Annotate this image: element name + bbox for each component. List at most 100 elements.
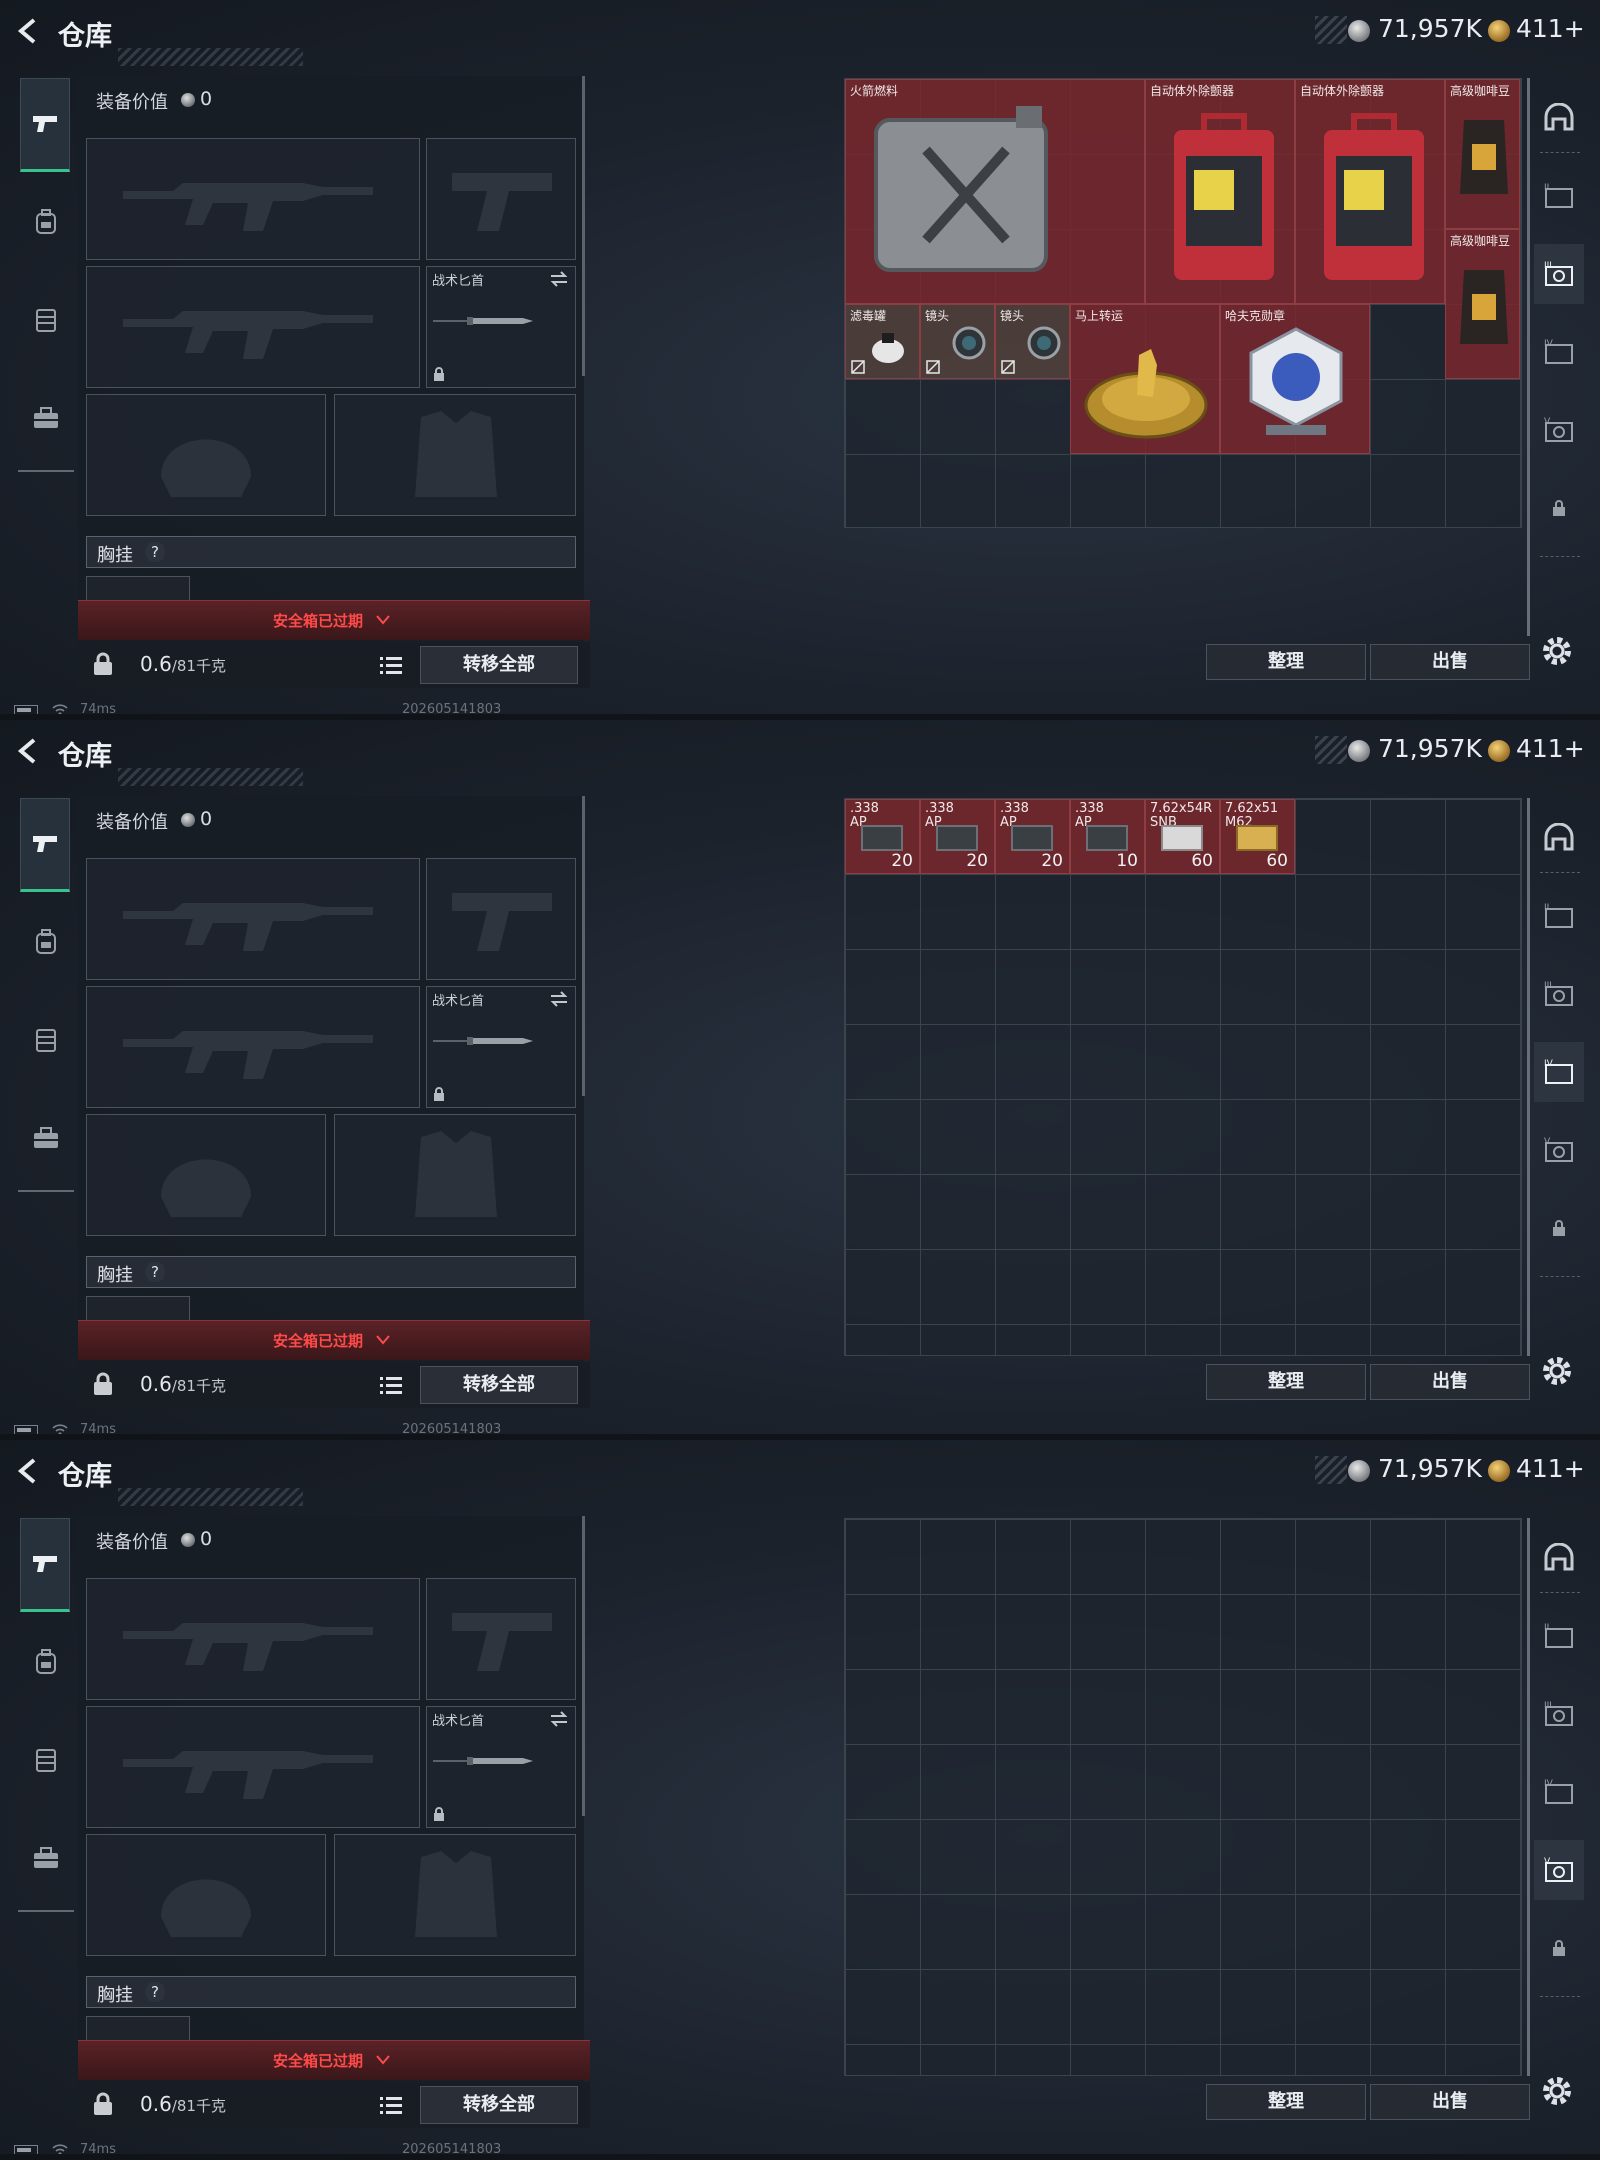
list-icon[interactable]	[378, 653, 404, 677]
category-stash-iii[interactable]: III	[1534, 244, 1584, 304]
category-helmet[interactable]	[1534, 808, 1584, 868]
chest-rig-header[interactable]: 胸挂 ?	[86, 536, 576, 568]
stash-item[interactable]: 自动体外除颤器	[1295, 79, 1445, 304]
gear-icon[interactable]	[1540, 1354, 1574, 1388]
list-icon[interactable]	[378, 1373, 404, 1397]
category-stash-ii[interactable]: II	[1534, 886, 1584, 946]
armor-slot[interactable]	[334, 1114, 576, 1236]
category-stash-ii[interactable]: II	[1534, 166, 1584, 226]
sort-button[interactable]: 整理	[1206, 2084, 1366, 2120]
stash-item[interactable]: 哈夫克勋章	[1220, 304, 1370, 454]
stash-item[interactable]: 马上转运	[1070, 304, 1220, 454]
pistol-slot[interactable]	[426, 138, 576, 260]
transfer-all-button[interactable]: 转移全部	[420, 646, 578, 684]
stash-item[interactable]: 镜头	[995, 304, 1070, 379]
category-stash-v[interactable]: V	[1534, 1840, 1584, 1900]
category-stash-v[interactable]: V	[1534, 400, 1584, 460]
stash-item[interactable]: 高级咖啡豆	[1445, 229, 1520, 379]
stash-item[interactable]: .338 AP 20	[995, 799, 1070, 874]
tab-case[interactable]	[22, 394, 70, 442]
scrollbar[interactable]	[1527, 1518, 1530, 2076]
tab-backpack[interactable]	[22, 1638, 70, 1686]
knife-slot[interactable]: 战术匕首	[426, 1706, 576, 1828]
helmet-slot[interactable]	[86, 394, 326, 516]
stash-item[interactable]: 7.62x51 M62 60	[1220, 799, 1295, 874]
category-helmet[interactable]	[1534, 88, 1584, 148]
tab-backpack[interactable]	[22, 198, 70, 246]
list-icon[interactable]	[378, 2093, 404, 2117]
safebox-banner[interactable]: 安全箱已过期	[78, 600, 590, 640]
knife-slot[interactable]: 战术匕首	[426, 986, 576, 1108]
tab-chest-rig[interactable]	[22, 1016, 70, 1064]
stash-item[interactable]: 7.62x54R SNB 60	[1145, 799, 1220, 874]
pistol-slot[interactable]	[426, 1578, 576, 1700]
stash-item[interactable]: 镜头	[920, 304, 995, 379]
pistol-slot[interactable]	[426, 858, 576, 980]
scrollbar[interactable]	[582, 76, 585, 376]
sell-button[interactable]: 出售	[1370, 1364, 1530, 1400]
stash-item[interactable]: 火箭燃料	[845, 79, 1145, 304]
category-stash-iv[interactable]: IV	[1534, 1762, 1584, 1822]
chest-rig-header[interactable]: 胸挂 ?	[86, 1256, 576, 1288]
category-stash-v[interactable]: V	[1534, 1120, 1584, 1180]
helmet-slot[interactable]	[86, 1114, 326, 1236]
tab-weapons[interactable]	[20, 798, 70, 892]
swap-icon[interactable]	[549, 1711, 569, 1727]
tab-weapons[interactable]	[20, 78, 70, 172]
stash-item[interactable]: .338 AP 10	[1070, 799, 1145, 874]
back-arrow-icon[interactable]	[16, 18, 40, 44]
tab-chest-rig[interactable]	[22, 296, 70, 344]
tab-chest-rig[interactable]	[22, 1736, 70, 1784]
primary-weapon-slot[interactable]	[86, 1578, 420, 1700]
stash-grid[interactable]: .338 AP 20 .338 AP 20 .338 AP 20 .338 AP…	[844, 798, 1522, 1356]
tab-case[interactable]	[22, 1834, 70, 1882]
tab-backpack[interactable]	[22, 918, 70, 966]
gear-icon[interactable]	[1540, 634, 1574, 668]
stash-grid[interactable]: 火箭燃料 自动体外除颤器 自动体外除颤器 高级咖啡豆 高级咖啡豆 滤毒罐 镜头	[844, 78, 1522, 528]
swap-icon[interactable]	[549, 271, 569, 287]
category-stash-ii[interactable]: II	[1534, 1606, 1584, 1666]
category-locked[interactable]	[1534, 478, 1584, 538]
sell-button[interactable]: 出售	[1370, 644, 1530, 680]
scrollbar[interactable]	[1527, 78, 1530, 636]
stash-item[interactable]: 高级咖啡豆	[1445, 79, 1520, 229]
scrollbar[interactable]	[1527, 798, 1530, 1356]
tab-weapons[interactable]	[20, 1518, 70, 1612]
secondary-weapon-slot[interactable]	[86, 1706, 420, 1828]
secondary-weapon-slot[interactable]	[86, 986, 420, 1108]
category-stash-iii[interactable]: III	[1534, 964, 1584, 1024]
safebox-banner[interactable]: 安全箱已过期	[78, 2040, 590, 2080]
category-stash-iv[interactable]: IV	[1534, 1042, 1584, 1102]
knife-slot[interactable]: 战术匕首	[426, 266, 576, 388]
category-helmet[interactable]	[1534, 1528, 1584, 1588]
category-stash-iii[interactable]: III	[1534, 1684, 1584, 1744]
stash-item[interactable]: .338 AP 20	[845, 799, 920, 874]
tab-case[interactable]	[22, 1114, 70, 1162]
back-arrow-icon[interactable]	[16, 738, 40, 764]
help-icon[interactable]: ?	[145, 542, 165, 562]
stash-item[interactable]: .338 AP 20	[920, 799, 995, 874]
scrollbar[interactable]	[582, 796, 585, 1096]
category-locked[interactable]	[1534, 1918, 1584, 1978]
category-locked[interactable]	[1534, 1198, 1584, 1258]
secondary-weapon-slot[interactable]	[86, 266, 420, 388]
transfer-all-button[interactable]: 转移全部	[420, 1366, 578, 1404]
stash-grid[interactable]	[844, 1518, 1522, 2076]
armor-slot[interactable]	[334, 394, 576, 516]
chest-rig-header[interactable]: 胸挂 ?	[86, 1976, 576, 2008]
primary-weapon-slot[interactable]	[86, 858, 420, 980]
help-icon[interactable]: ?	[145, 1982, 165, 2002]
sell-button[interactable]: 出售	[1370, 2084, 1530, 2120]
swap-icon[interactable]	[549, 991, 569, 1007]
scrollbar[interactable]	[582, 1516, 585, 1816]
helmet-slot[interactable]	[86, 1834, 326, 1956]
armor-slot[interactable]	[334, 1834, 576, 1956]
stash-item[interactable]: 自动体外除颤器	[1145, 79, 1295, 304]
sort-button[interactable]: 整理	[1206, 644, 1366, 680]
sort-button[interactable]: 整理	[1206, 1364, 1366, 1400]
transfer-all-button[interactable]: 转移全部	[420, 2086, 578, 2124]
back-arrow-icon[interactable]	[16, 1458, 40, 1484]
safebox-banner[interactable]: 安全箱已过期	[78, 1320, 590, 1360]
category-stash-iv[interactable]: IV	[1534, 322, 1584, 382]
gear-icon[interactable]	[1540, 2074, 1574, 2108]
